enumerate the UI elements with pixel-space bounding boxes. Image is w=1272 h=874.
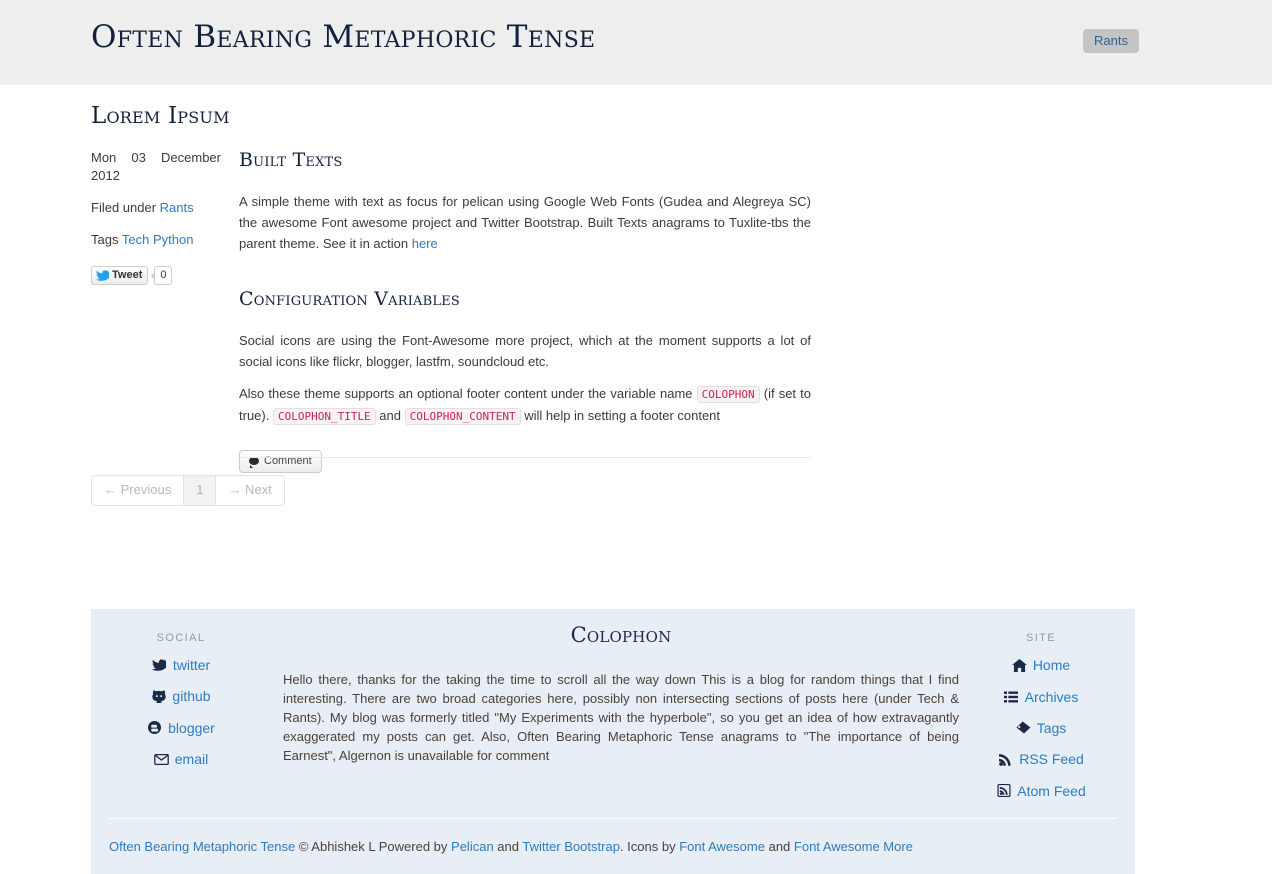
- social-link-github[interactable]: github: [151, 687, 211, 705]
- comment-button[interactable]: Comment: [239, 450, 322, 473]
- footer-link-pelican[interactable]: Pelican: [451, 839, 494, 854]
- page-title: Lorem Ipsum: [91, 103, 230, 129]
- footer-credits: Often Bearing Metaphoric Tense © Abhishe…: [109, 837, 913, 856]
- link-here[interactable]: here: [412, 236, 438, 251]
- filed-under-label: Filed under: [91, 200, 157, 215]
- site-link-tags[interactable]: Tags: [1016, 719, 1067, 737]
- social-link-label: blogger: [168, 719, 215, 736]
- footer-divider: [109, 818, 1117, 819]
- comment-bubble-icon: [249, 457, 259, 468]
- paragraph-text-part1: Also these theme supports an optional fo…: [239, 386, 697, 401]
- list-item: Archives: [951, 688, 1131, 708]
- footer-icons-by: . Icons by: [619, 839, 676, 854]
- paragraph-text-part4: will help in setting a footer content: [520, 408, 721, 423]
- nav-button-rants[interactable]: Rants: [1083, 29, 1139, 53]
- tag-link-python[interactable]: Python: [153, 232, 193, 247]
- section-heading-built-texts: Built Texts: [239, 149, 343, 171]
- site-link-archives[interactable]: Archives: [1004, 688, 1079, 706]
- social-link-label: twitter: [172, 657, 211, 673]
- twitter-bird-icon: [96, 269, 113, 281]
- footer-social-column: SOCIAL twitter github blogger email: [91, 609, 271, 781]
- list-item: Tags: [951, 719, 1131, 740]
- pagination-next[interactable]: → Next: [215, 475, 285, 506]
- pagination-page-1[interactable]: 1: [183, 475, 216, 506]
- tweet-widget: Tweet 0: [91, 266, 173, 285]
- paragraph-text: A simple theme with text as focus for pe…: [239, 194, 811, 251]
- footer-colophon-column: Colophon Hello there, thanks for the tak…: [281, 609, 961, 765]
- code-colophon-title: COLOPHON_TITLE: [272, 408, 376, 425]
- list-item: Atom Feed: [951, 782, 1131, 803]
- blogger-icon: [147, 721, 162, 735]
- footer-columns: SOCIAL twitter github blogger email Colo…: [91, 609, 1135, 818]
- tweet-button[interactable]: Tweet: [91, 266, 149, 285]
- section-heading-configuration-variables: Configuration Variables: [239, 288, 461, 310]
- twitter-icon: [152, 658, 167, 672]
- social-link-label: email: [174, 751, 209, 767]
- site-link-label: RSS Feed: [1019, 751, 1084, 767]
- site-link-atom-feed[interactable]: Atom Feed: [996, 782, 1086, 800]
- list-item: github: [91, 687, 271, 708]
- colophon-title: Colophon: [570, 623, 672, 647]
- category-link-rants[interactable]: Rants: [160, 200, 194, 215]
- site-header: Often Bearing Metaphoric Tense Rants: [0, 0, 1272, 85]
- list-item: RSS Feed: [951, 750, 1131, 771]
- social-column-heading: SOCIAL: [156, 632, 206, 644]
- list-item: email: [91, 750, 271, 770]
- site-footer: SOCIAL twitter github blogger email Colo…: [91, 609, 1135, 874]
- atom-feed-icon: [996, 784, 1011, 798]
- home-icon: [1011, 658, 1027, 672]
- site-link-label: Tags: [1036, 719, 1067, 736]
- footer-copyright: © Abhishek L Powered by: [298, 839, 448, 854]
- social-links: twitter github blogger email: [91, 656, 271, 770]
- github-icon: [151, 689, 166, 703]
- tweet-button-label: Tweet: [112, 269, 143, 281]
- social-link-twitter[interactable]: twitter: [152, 656, 210, 674]
- tags-label: Tags: [91, 232, 119, 247]
- social-link-email[interactable]: email: [153, 750, 209, 768]
- tag-icon: [1016, 721, 1031, 735]
- rss-icon: [998, 752, 1013, 766]
- footer-conjunction-1: and: [497, 839, 519, 854]
- social-link-label: github: [172, 688, 211, 704]
- site-links: Home Archives Tags RSS Feed Atom Feed: [951, 656, 1131, 802]
- article-date: Mon 03 December 2012: [91, 150, 221, 183]
- list-item: blogger: [91, 719, 271, 740]
- footer-conjunction-2: and: [768, 839, 791, 854]
- code-colophon: COLOPHON: [696, 386, 760, 403]
- header-nav: Rants: [1083, 29, 1139, 53]
- content-divider: [239, 457, 811, 458]
- site-link-label: Home: [1032, 657, 1071, 673]
- article-category-line: Filed under Rants: [91, 199, 221, 217]
- site-link-label: Archives: [1024, 688, 1079, 705]
- site-link-label: Atom Feed: [1017, 782, 1086, 799]
- site-column-heading: SITE: [1025, 632, 1057, 644]
- section-paragraph-built-texts: A simple theme with text as focus for pe…: [239, 191, 811, 254]
- code-colophon-content: COLOPHON_CONTENT: [404, 408, 521, 425]
- site-link-home[interactable]: Home: [1011, 656, 1071, 674]
- paragraph-text-part3: and: [375, 408, 405, 423]
- pagination: ← Previous 1 → Next: [91, 475, 285, 506]
- article-body: Built Texts A simple theme with text as …: [239, 149, 811, 473]
- footer-link-twitter-bootstrap[interactable]: Twitter Bootstrap: [522, 839, 620, 854]
- colophon-text: Hello there, thanks for the taking the t…: [283, 672, 959, 763]
- site-link-rss-feed[interactable]: RSS Feed: [998, 750, 1084, 768]
- list-item: twitter: [91, 656, 271, 676]
- section-paragraph-colophon: Also these theme supports an optional fo…: [239, 383, 811, 427]
- site-title: Often Bearing Metaphoric Tense: [91, 19, 596, 55]
- footer-site-link[interactable]: Often Bearing Metaphoric Tense: [109, 839, 295, 854]
- section-paragraph-social-icons: Social icons are using the Font-Awesome …: [239, 333, 811, 369]
- footer-link-font-awesome[interactable]: Font Awesome: [679, 839, 765, 854]
- envelope-icon: [153, 752, 169, 766]
- social-link-blogger[interactable]: blogger: [147, 719, 215, 737]
- article-tags-line: Tags Tech Python: [91, 231, 221, 249]
- list-item: Home: [951, 656, 1131, 677]
- footer-site-column: SITE Home Archives Tags RSS Feed Atom Fe…: [951, 609, 1131, 813]
- list-icon: [1004, 690, 1019, 704]
- article-meta: Mon 03 December 2012 Filed under Rants T…: [91, 149, 221, 286]
- tag-link-tech[interactable]: Tech: [122, 232, 149, 247]
- pagination-previous[interactable]: ← Previous: [91, 475, 184, 506]
- footer-link-font-awesome-more[interactable]: Font Awesome More: [794, 839, 913, 854]
- tweet-count[interactable]: 0: [151, 266, 173, 285]
